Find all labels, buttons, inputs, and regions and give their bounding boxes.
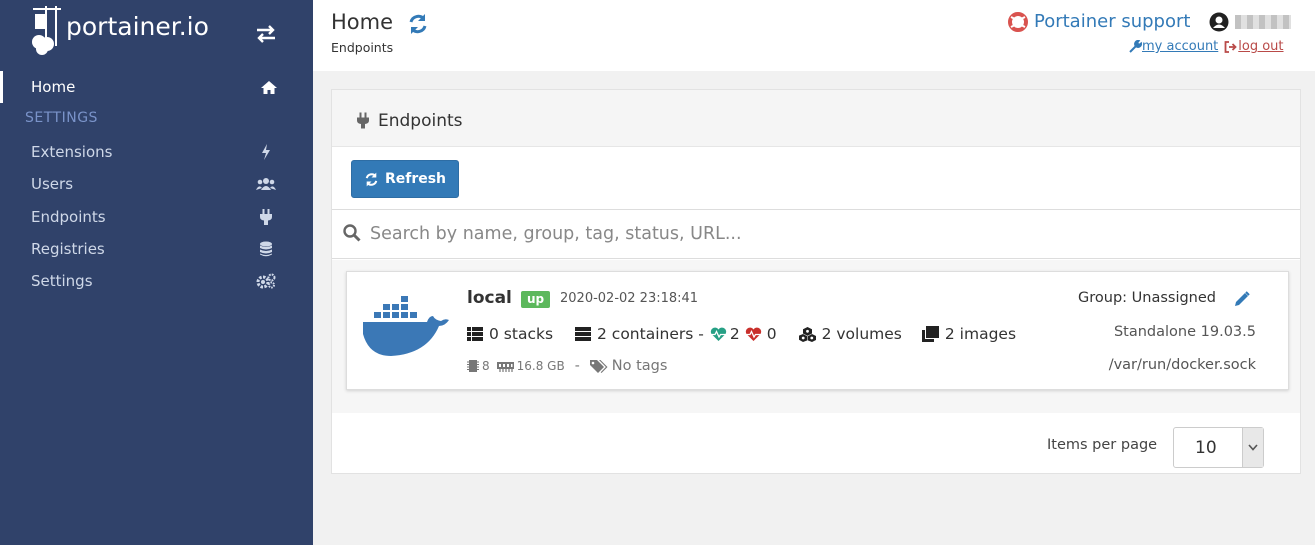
- unhealthy-count: 0: [766, 325, 777, 343]
- docker-logo-icon: [361, 294, 451, 364]
- pencil-icon[interactable]: [1234, 291, 1250, 311]
- sidebar-item-registries[interactable]: Registries: [0, 233, 313, 265]
- sign-out-icon: [1224, 40, 1238, 53]
- search-input[interactable]: [370, 220, 1270, 248]
- sidebar-item-home[interactable]: Home: [0, 71, 313, 103]
- top-header: Home Endpoints Portainer support my acco…: [313, 0, 1315, 71]
- sidebar-toggle-icon[interactable]: [254, 22, 278, 46]
- brand-logo[interactable]: portainer.io: [30, 4, 230, 60]
- clone-icon: [921, 326, 939, 342]
- sidebar-item-label: Settings: [31, 272, 93, 290]
- items-per-page-label: Items per page: [1047, 437, 1158, 453]
- refresh-button-label: Refresh: [384, 171, 447, 187]
- refresh-button[interactable]: Refresh: [351, 160, 459, 198]
- sidebar-item-endpoints[interactable]: Endpoints: [0, 201, 313, 233]
- sidebar-section-settings: SETTINGS: [25, 110, 98, 126]
- images-count: 2 images: [944, 325, 1017, 343]
- refresh-icon: [365, 172, 378, 186]
- sidebar-item-label: Registries: [31, 240, 105, 258]
- sidebar: portainer.io Home SETTINGS Extensions Us…: [0, 0, 313, 545]
- endpoint-version: Standalone 19.03.5: [1113, 324, 1256, 340]
- brand-text: portainer.io: [66, 12, 209, 41]
- separator: -: [574, 358, 580, 374]
- bolt-icon: [256, 144, 276, 160]
- server-icon: [575, 327, 592, 341]
- heartbeat-icon: [710, 327, 727, 341]
- microchip-icon: [467, 360, 479, 372]
- th-list-icon: [467, 327, 483, 341]
- sidebar-item-label: Users: [31, 175, 74, 193]
- tags-label: No tags: [611, 358, 668, 374]
- plug-icon: [357, 112, 369, 133]
- users-icon: [256, 176, 276, 192]
- endpoint-card[interactable]: local up 2020-02-02 23:18:41 0 stacks 2 …: [346, 271, 1289, 390]
- panel-header: Endpoints: [332, 90, 1300, 147]
- memory-icon: [496, 361, 514, 372]
- heartbeat-icon: [745, 327, 761, 341]
- endpoint-url: /var/run/docker.sock: [1108, 357, 1256, 373]
- endpoint-date: 2020-02-02 23:18:41: [560, 291, 699, 306]
- tags-icon: [589, 359, 608, 373]
- search-icon: [343, 224, 361, 246]
- cpu-count: 8: [482, 359, 490, 373]
- portainer-logo-icon: [32, 6, 61, 55]
- database-icon: [256, 241, 276, 257]
- items-per-page-value: 10: [1195, 438, 1217, 458]
- containers-stat: 2 containers -: [575, 325, 704, 343]
- support-label: Portainer support: [1034, 11, 1191, 32]
- account-links: my account log out: [1129, 39, 1284, 54]
- logout-link[interactable]: log out: [1224, 39, 1284, 54]
- endpoint-list: local up 2020-02-02 23:18:41 0 stacks 2 …: [332, 260, 1300, 413]
- logout-label: log out: [1238, 39, 1284, 54]
- pagination-footer: Items per page 10: [332, 413, 1300, 473]
- status-badge: up: [521, 291, 551, 308]
- endpoints-panel: Endpoints Refresh Search by name, group,…: [331, 89, 1301, 474]
- sidebar-item-label: Extensions: [31, 143, 113, 161]
- my-account-link[interactable]: my account: [1129, 39, 1218, 54]
- sidebar-item-label: Endpoints: [31, 208, 106, 226]
- support-link[interactable]: Portainer support: [1008, 11, 1190, 32]
- refresh-icon[interactable]: [407, 13, 429, 39]
- plug-icon: [256, 209, 276, 225]
- healthy-stat: 2: [710, 325, 740, 343]
- containers-count: 2 containers -: [597, 325, 704, 343]
- endpoint-name: local: [467, 288, 512, 308]
- user-menu: [1209, 12, 1291, 32]
- life-ring-icon: [1008, 11, 1028, 32]
- volumes-stat: 2 volumes: [798, 325, 902, 343]
- panel-title: Endpoints: [378, 111, 463, 131]
- endpoint-stats: 0 stacks 2 containers - 2 0 2 volumes 2 …: [467, 325, 1016, 343]
- images-stat: 2 images: [921, 325, 1017, 343]
- sidebar-item-users[interactable]: Users: [0, 168, 313, 200]
- unhealthy-stat: 0: [745, 325, 777, 343]
- user-circle-icon: [1209, 12, 1229, 32]
- endpoint-resources: 8 16.8 GB - No tags: [467, 358, 667, 374]
- sidebar-item-settings[interactable]: Settings: [0, 265, 313, 297]
- chevron-down-icon: [1242, 428, 1263, 467]
- cogs-icon: [256, 273, 276, 289]
- volumes-count: 2 volumes: [821, 325, 902, 343]
- sidebar-item-extensions[interactable]: Extensions: [0, 136, 313, 168]
- breadcrumb: Endpoints: [331, 40, 394, 55]
- memory-size: 16.8 GB: [516, 359, 565, 373]
- stacks-count: 0 stacks: [489, 325, 554, 343]
- stacks-stat: 0 stacks: [467, 325, 553, 343]
- username-redacted: [1235, 15, 1291, 29]
- items-per-page-select[interactable]: 10: [1173, 427, 1264, 468]
- home-icon: [259, 79, 279, 95]
- my-account-label: my account: [1142, 39, 1219, 54]
- cubes-icon: [798, 326, 816, 342]
- wrench-icon: [1129, 40, 1142, 53]
- search-bar: [332, 209, 1300, 259]
- endpoint-group: Group: Unassigned: [1078, 290, 1216, 306]
- sidebar-item-label: Home: [31, 78, 76, 96]
- page-title: Home: [331, 10, 394, 34]
- healthy-count: 2: [729, 325, 740, 343]
